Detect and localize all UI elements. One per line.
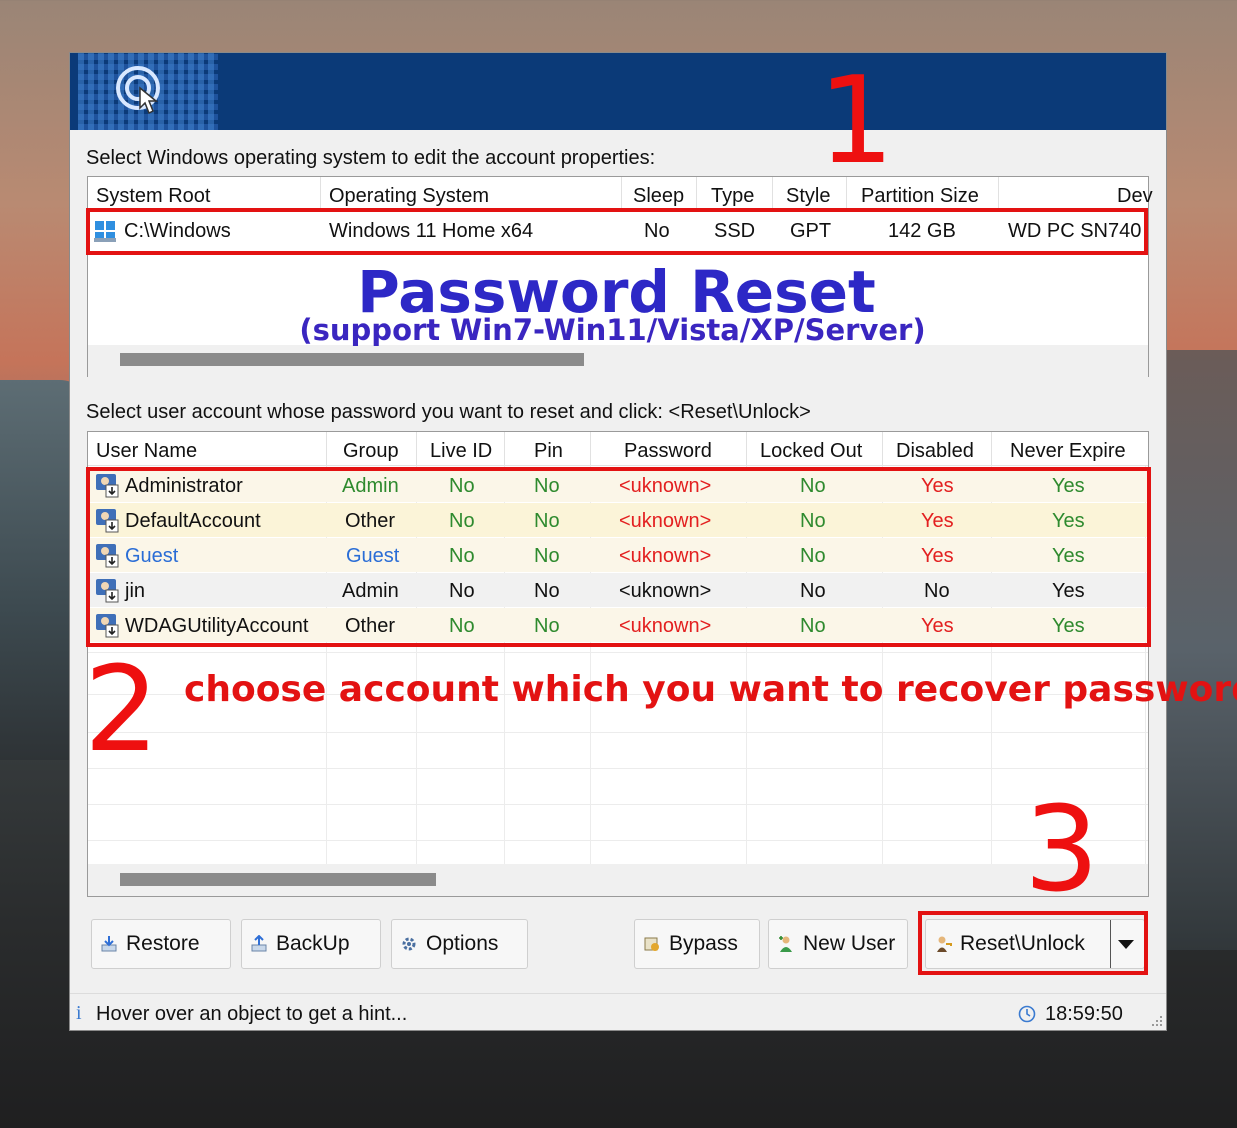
- column-sleep[interactable]: Sleep: [633, 185, 684, 208]
- bypass-label: Bypass: [669, 932, 738, 955]
- step2-instruction: choose account which you want to recover…: [184, 669, 1237, 710]
- step3-highlight-box: [918, 911, 1148, 975]
- column-divider[interactable]: [991, 432, 992, 465]
- step3-number: 3: [1024, 780, 1100, 918]
- resize-grip-icon[interactable]: [1151, 1015, 1163, 1027]
- options-label: Options: [426, 932, 499, 955]
- step1-highlight-box: [86, 208, 1148, 255]
- grid-line: [88, 840, 1148, 841]
- column-divider[interactable]: [621, 177, 622, 210]
- column-pin[interactable]: Pin: [534, 440, 563, 463]
- new-user-label: New User: [803, 932, 896, 955]
- backup-label: BackUp: [276, 932, 350, 955]
- clock-icon: [1018, 1005, 1036, 1023]
- column-disabled[interactable]: Disabled: [896, 440, 974, 463]
- gear-icon: [402, 937, 416, 951]
- status-bar: i Hover over an object to get a hint... …: [70, 993, 1166, 1030]
- os-scroll-thumb[interactable]: [120, 353, 584, 366]
- new-user-icon: [779, 936, 792, 952]
- backup-button[interactable]: BackUp: [241, 919, 381, 969]
- promo-subtitle: (support Win7-Win11/Vista/XP/Server): [299, 313, 926, 347]
- column-divider[interactable]: [504, 432, 505, 465]
- column-group[interactable]: Group: [343, 440, 399, 463]
- app-logo-icon: [116, 66, 160, 115]
- info-icon: i: [76, 1002, 82, 1024]
- os-selection-label: Select Windows operating system to edit …: [86, 147, 656, 169]
- column-divider[interactable]: [746, 432, 747, 465]
- column-operating-system[interactable]: Operating System: [329, 185, 489, 208]
- column-divider[interactable]: [882, 432, 883, 465]
- column-device[interactable]: Dev: [1117, 185, 1153, 208]
- backup-icon: [251, 935, 267, 952]
- step1-number: 1: [818, 52, 895, 191]
- step2-number: 2: [84, 640, 160, 778]
- user-list-header: User Name Group Live ID Pin Password Loc…: [88, 432, 1148, 466]
- grid-line: [88, 652, 1148, 653]
- user-selection-label: Select user account whose password you w…: [86, 401, 811, 423]
- column-locked-out[interactable]: Locked Out: [760, 440, 862, 463]
- user-scroll-thumb[interactable]: [120, 873, 436, 886]
- restore-label: Restore: [126, 932, 200, 955]
- column-system-root[interactable]: System Root: [96, 185, 210, 208]
- column-divider[interactable]: [772, 177, 773, 210]
- bypass-button[interactable]: Bypass: [634, 919, 760, 969]
- grid-line: [88, 732, 1148, 733]
- column-divider[interactable]: [590, 432, 591, 465]
- status-clock: 18:59:50: [1045, 1003, 1123, 1025]
- desktop-background-right: [1165, 350, 1237, 950]
- column-password[interactable]: Password: [624, 440, 712, 463]
- step2-highlight-box: [86, 467, 1151, 647]
- column-user-name[interactable]: User Name: [96, 440, 197, 463]
- column-live-id[interactable]: Live ID: [430, 440, 492, 463]
- column-never-expire[interactable]: Never Expire: [1010, 440, 1126, 463]
- new-user-button[interactable]: New User: [768, 919, 908, 969]
- status-hint: Hover over an object to get a hint...: [96, 1003, 408, 1025]
- column-divider[interactable]: [326, 432, 327, 465]
- column-divider[interactable]: [998, 177, 999, 210]
- bypass-icon: [644, 937, 659, 951]
- column-divider[interactable]: [416, 432, 417, 465]
- column-divider[interactable]: [320, 177, 321, 210]
- restore-icon: [101, 936, 117, 952]
- grid-line: [88, 804, 1148, 805]
- os-list-header: System Root Operating System Sleep Type …: [88, 177, 1153, 210]
- header-banner: [70, 53, 1166, 130]
- column-divider[interactable]: [696, 177, 697, 210]
- restore-button[interactable]: Restore: [91, 919, 231, 969]
- options-button[interactable]: Options: [391, 919, 528, 969]
- grid-line: [88, 768, 1148, 769]
- column-type[interactable]: Type: [711, 185, 754, 208]
